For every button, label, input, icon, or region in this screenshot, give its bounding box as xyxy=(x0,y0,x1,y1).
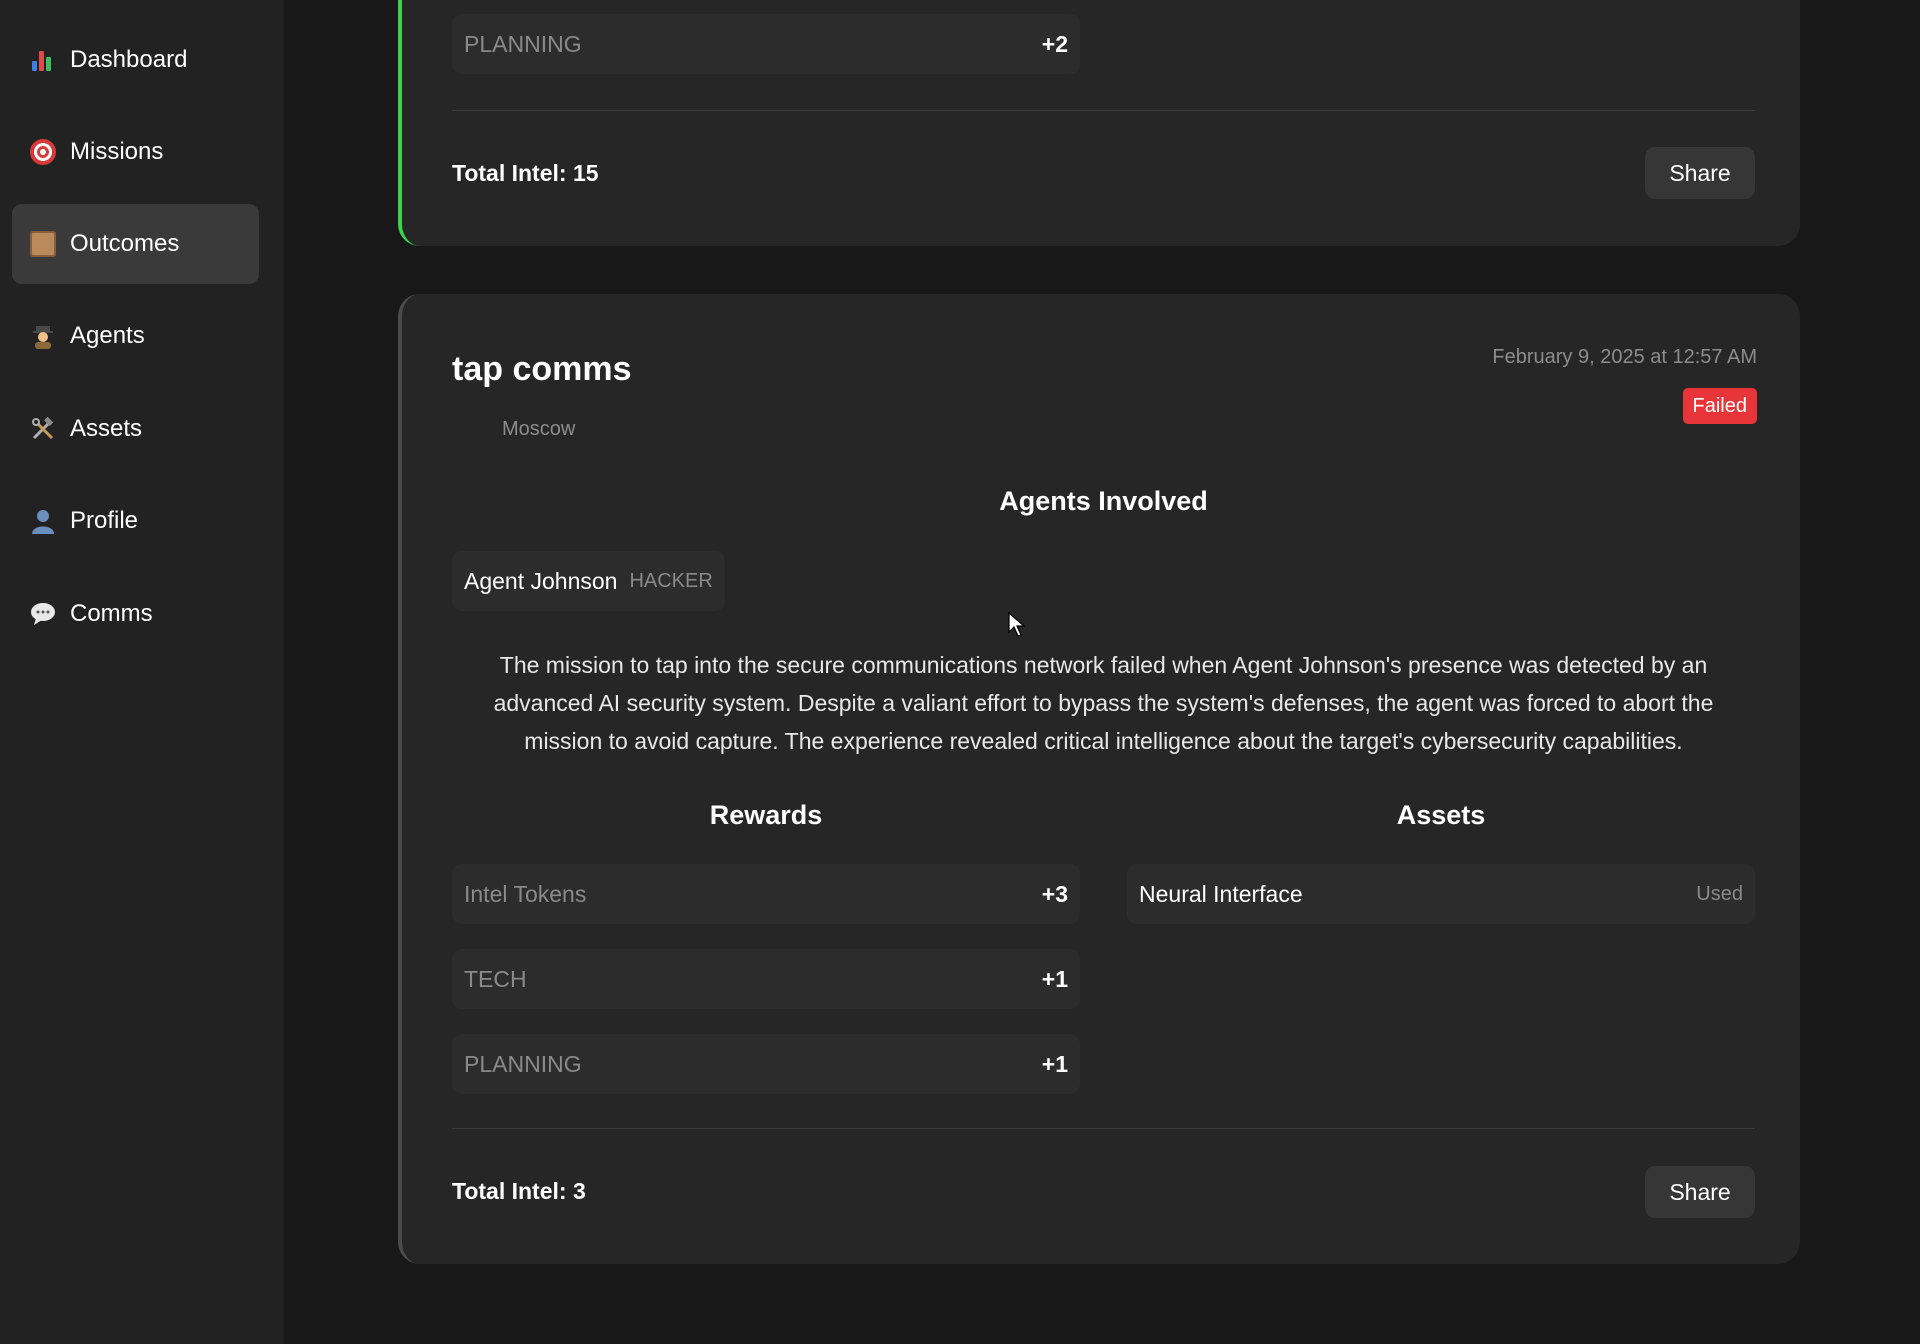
outcome-card-previous: PLANNING +2 Total Intel: 15 Share xyxy=(398,0,1800,246)
total-intel: Total Intel: 3 xyxy=(452,1178,586,1204)
sidebar-item-label: Agents xyxy=(70,322,145,349)
share-button[interactable]: Share xyxy=(1645,147,1755,199)
sidebar-item-dashboard[interactable]: Dashboard xyxy=(12,20,259,100)
status-badge: Failed xyxy=(1682,388,1757,424)
sidebar-item-label: Profile xyxy=(70,507,139,534)
reward-row: PLANNING +1 xyxy=(452,1034,1080,1094)
mission-title: tap comms xyxy=(452,350,632,388)
reward-value: +3 xyxy=(1041,880,1068,907)
asset-row: Neural Interface Used xyxy=(1127,864,1755,924)
sidebar-item-label: Assets xyxy=(70,415,143,442)
outcome-card: tap comms Moscow February 9, 2025 at 12:… xyxy=(398,294,1800,1264)
mission-description: The mission to tap into the secure commu… xyxy=(493,652,1714,754)
reward-value: +2 xyxy=(1041,30,1068,57)
total-intel: Total Intel: 15 xyxy=(452,160,599,186)
share-button[interactable]: Share xyxy=(1645,1166,1755,1218)
speech-bubble-icon xyxy=(30,601,56,627)
scroll-icon xyxy=(30,231,56,257)
target-icon xyxy=(30,139,56,165)
mission-location: Moscow xyxy=(502,418,576,440)
agent-chip[interactable]: Agent Johnson HACKER xyxy=(452,551,725,611)
assets-heading: Assets xyxy=(1396,800,1486,830)
rewards-heading: Rewards xyxy=(709,800,823,830)
reward-label: Intel Tokens xyxy=(464,880,587,907)
detective-icon xyxy=(30,323,56,349)
agent-name: Agent Johnson xyxy=(464,567,618,594)
reward-row: TECH +1 xyxy=(452,949,1080,1009)
sidebar-item-agents[interactable]: Agents xyxy=(12,296,259,376)
sidebar-item-label: Comms xyxy=(70,600,153,627)
sidebar-item-comms[interactable]: Comms xyxy=(12,574,259,654)
asset-name: Neural Interface xyxy=(1139,880,1303,907)
agents-heading: Agents Involved xyxy=(999,486,1208,516)
reward-value: +1 xyxy=(1041,965,1068,992)
user-icon xyxy=(30,508,56,534)
sidebar-item-label: Outcomes xyxy=(70,230,180,257)
asset-status: Used xyxy=(1696,882,1743,905)
agent-role: HACKER xyxy=(629,569,713,592)
sidebar-item-assets[interactable]: Assets xyxy=(12,389,259,469)
reward-label: TECH xyxy=(464,965,527,992)
sidebar: Dashboard Missions Outcomes Agents Asset… xyxy=(0,0,284,1344)
tools-icon xyxy=(30,416,56,442)
divider xyxy=(452,1128,1755,1129)
sidebar-item-label: Missions xyxy=(70,138,164,165)
divider xyxy=(452,110,1755,111)
reward-row: PLANNING +2 xyxy=(452,14,1080,74)
reward-label: PLANNING xyxy=(464,1050,582,1077)
reward-label: PLANNING xyxy=(464,30,582,57)
sidebar-item-outcomes[interactable]: Outcomes xyxy=(12,204,259,284)
mouse-cursor-icon xyxy=(1008,612,1026,637)
reward-row: Intel Tokens +3 xyxy=(452,864,1080,924)
reward-value: +1 xyxy=(1041,1050,1068,1077)
mission-date: February 9, 2025 at 12:57 AM xyxy=(1492,346,1757,368)
bar-chart-icon xyxy=(30,47,56,73)
sidebar-item-label: Dashboard xyxy=(70,46,188,73)
sidebar-item-profile[interactable]: Profile xyxy=(12,481,259,561)
sidebar-item-missions[interactable]: Missions xyxy=(12,112,259,192)
